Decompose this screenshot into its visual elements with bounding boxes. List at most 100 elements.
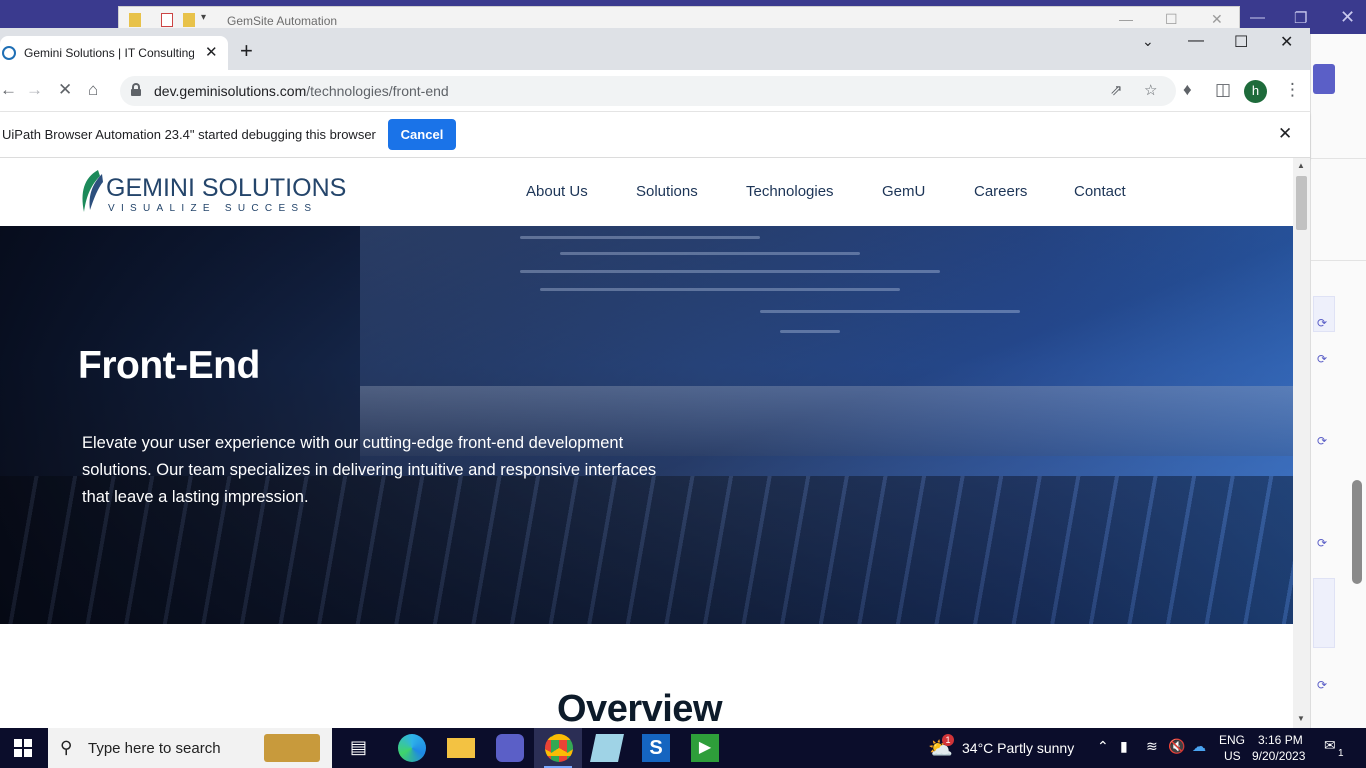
lock-icon[interactable] xyxy=(131,83,141,96)
onedrive-icon[interactable]: ☁ xyxy=(1192,738,1206,755)
sync-icon: ⟳ xyxy=(1317,536,1328,550)
menu-kebab-icon[interactable]: ⋮ xyxy=(1284,80,1301,100)
code-line xyxy=(780,330,840,333)
background-app-panel: ⟳ ⟳ ⟳ ⟳ ⟳ xyxy=(1310,34,1366,728)
stop-loading-icon[interactable]: ✕ xyxy=(58,80,72,100)
code-line xyxy=(760,310,1020,313)
battery-icon[interactable]: ▮ xyxy=(1120,738,1128,755)
hero-banner: Front-End Elevate your user experience w… xyxy=(0,226,1293,624)
tab-favicon-icon xyxy=(2,46,16,60)
search-placeholder: Type here to search xyxy=(88,740,221,757)
logo-wordmark: GEMINI SOLUTIONS xyxy=(106,174,347,202)
code-line xyxy=(520,270,940,273)
sync-icon: ⟳ xyxy=(1317,434,1328,448)
uipath-studio-icon[interactable]: S xyxy=(642,734,670,762)
background-scrollbar-thumb[interactable] xyxy=(1352,480,1362,584)
edge-browser-icon[interactable] xyxy=(398,734,426,762)
browser-tab[interactable]: Gemini Solutions | IT Consulting ✕ xyxy=(0,36,228,70)
tray-overflow-chevron-icon[interactable]: ⌃ xyxy=(1097,738,1109,755)
logo-tagline: VISUALIZE SUCCESS xyxy=(108,203,318,214)
bg-maximize-icon[interactable]: ❐ xyxy=(1294,9,1307,27)
code-line xyxy=(560,252,860,255)
search-icon: ⚲ xyxy=(60,738,73,757)
wifi-icon[interactable]: ≋ xyxy=(1146,738,1158,755)
notification-count: 1 xyxy=(1338,748,1344,759)
maximize-icon[interactable]: ☐ xyxy=(1165,11,1178,28)
code-line xyxy=(540,288,900,291)
dropdown-button[interactable] xyxy=(1313,64,1335,94)
dropdown-icon[interactable]: ▾ xyxy=(201,12,206,23)
browser-window: Gemini Solutions | IT Consulting ✕ + ⌄ —… xyxy=(0,28,1310,728)
scroll-down-icon[interactable]: ▼ xyxy=(1297,714,1305,723)
maximize-icon[interactable]: ☐ xyxy=(1234,32,1248,52)
infobar-message: UiPath Browser Automation 23.4" started … xyxy=(2,127,376,142)
volume-muted-icon[interactable]: 🔇 xyxy=(1168,738,1185,755)
profile-avatar[interactable]: h xyxy=(1244,80,1267,103)
browser-toolbar: ← → ✕ ⌂ dev.geminisolutions.com/technolo… xyxy=(0,70,1310,112)
nav-about-us[interactable]: About Us xyxy=(526,183,588,200)
cancel-button[interactable]: Cancel xyxy=(388,119,456,150)
weather-badge: 1 xyxy=(942,734,954,746)
notepad-app-icon[interactable] xyxy=(590,734,624,762)
back-icon[interactable]: ← xyxy=(0,80,17,100)
input-region[interactable]: US xyxy=(1224,749,1241,763)
clock-time[interactable]: 3:16 PM xyxy=(1258,733,1303,747)
file-explorer-icon[interactable] xyxy=(447,738,475,758)
address-bar[interactable]: dev.geminisolutions.com/technologies/fro… xyxy=(120,76,1176,106)
code-line xyxy=(520,236,760,239)
bookmark-star-icon[interactable]: ☆ xyxy=(1144,81,1157,99)
extensions-icon[interactable]: ♦ xyxy=(1183,80,1192,100)
divider xyxy=(1311,260,1366,261)
debugging-infobar: UiPath Browser Automation 23.4" started … xyxy=(0,112,1310,158)
share-icon[interactable]: ⇗ xyxy=(1110,81,1123,99)
sync-icon: ⟳ xyxy=(1317,678,1328,692)
nav-contact[interactable]: Contact xyxy=(1074,183,1126,200)
scrollbar-thumb[interactable] xyxy=(1296,176,1307,230)
teams-icon[interactable] xyxy=(496,734,524,762)
tab-close-icon[interactable]: ✕ xyxy=(205,43,218,61)
home-icon[interactable]: ⌂ xyxy=(88,80,98,100)
scroll-up-icon[interactable]: ▲ xyxy=(1297,161,1305,170)
page-viewport: GEMINI SOLUTIONS VISUALIZE SUCCESS About… xyxy=(0,158,1293,728)
sync-icon: ⟳ xyxy=(1317,316,1328,330)
nav-technologies[interactable]: Technologies xyxy=(746,183,834,200)
background-window-title: GemSite Automation xyxy=(227,14,338,28)
sync-icon: ⟳ xyxy=(1317,352,1328,366)
infobar-close-icon[interactable]: ✕ xyxy=(1278,124,1292,144)
close-icon[interactable]: ✕ xyxy=(1280,32,1293,52)
minimize-icon[interactable]: — xyxy=(1119,11,1133,27)
taskbar-search-box[interactable]: ⚲ Type here to search xyxy=(48,728,332,768)
tab-title: Gemini Solutions | IT Consulting xyxy=(24,46,194,60)
overview-heading: Overview xyxy=(557,688,723,728)
start-windows-icon[interactable] xyxy=(14,739,32,757)
search-highlight-icon[interactable] xyxy=(264,734,320,762)
weather-text[interactable]: 34°C Partly sunny xyxy=(962,740,1074,756)
new-tab-icon[interactable]: + xyxy=(240,40,253,62)
page-scrollbar[interactable]: ▲ ▼ xyxy=(1293,158,1310,728)
tab-strip: Gemini Solutions | IT Consulting ✕ + ⌄ —… xyxy=(0,28,1310,70)
nav-solutions[interactable]: Solutions xyxy=(636,183,698,200)
site-logo[interactable]: GEMINI SOLUTIONS VISUALIZE SUCCESS xyxy=(78,166,346,216)
task-view-icon[interactable]: ▤ xyxy=(350,737,367,758)
divider xyxy=(1311,158,1366,159)
bg-minimize-icon[interactable]: — xyxy=(1250,9,1265,26)
hero-title: Front-End xyxy=(78,344,260,387)
nav-careers[interactable]: Careers xyxy=(974,183,1027,200)
uipath-assistant-icon[interactable]: ▶ xyxy=(691,734,719,762)
notifications-icon[interactable]: ✉ xyxy=(1324,737,1336,754)
windows-taskbar: ⚲ Type here to search ▤ S ▶ ⛅ 1 34°C Par… xyxy=(0,728,1366,768)
list-item[interactable] xyxy=(1313,578,1335,648)
nav-gemu[interactable]: GemU xyxy=(882,183,925,200)
forward-icon[interactable]: → xyxy=(26,80,43,100)
side-panel-icon[interactable]: ◫ xyxy=(1215,80,1231,100)
url-text: dev.geminisolutions.com/technologies/fro… xyxy=(154,83,449,99)
clock-date[interactable]: 9/20/2023 xyxy=(1252,749,1305,763)
bg-close-icon[interactable]: ✕ xyxy=(1340,7,1355,28)
tab-search-icon[interactable]: ⌄ xyxy=(1142,33,1154,50)
close-icon[interactable]: ✕ xyxy=(1211,11,1223,28)
chrome-icon xyxy=(545,734,573,762)
folder-icon xyxy=(183,13,195,27)
minimize-icon[interactable]: — xyxy=(1188,32,1204,50)
checklist-icon xyxy=(161,13,173,27)
input-language[interactable]: ENG xyxy=(1219,733,1245,747)
